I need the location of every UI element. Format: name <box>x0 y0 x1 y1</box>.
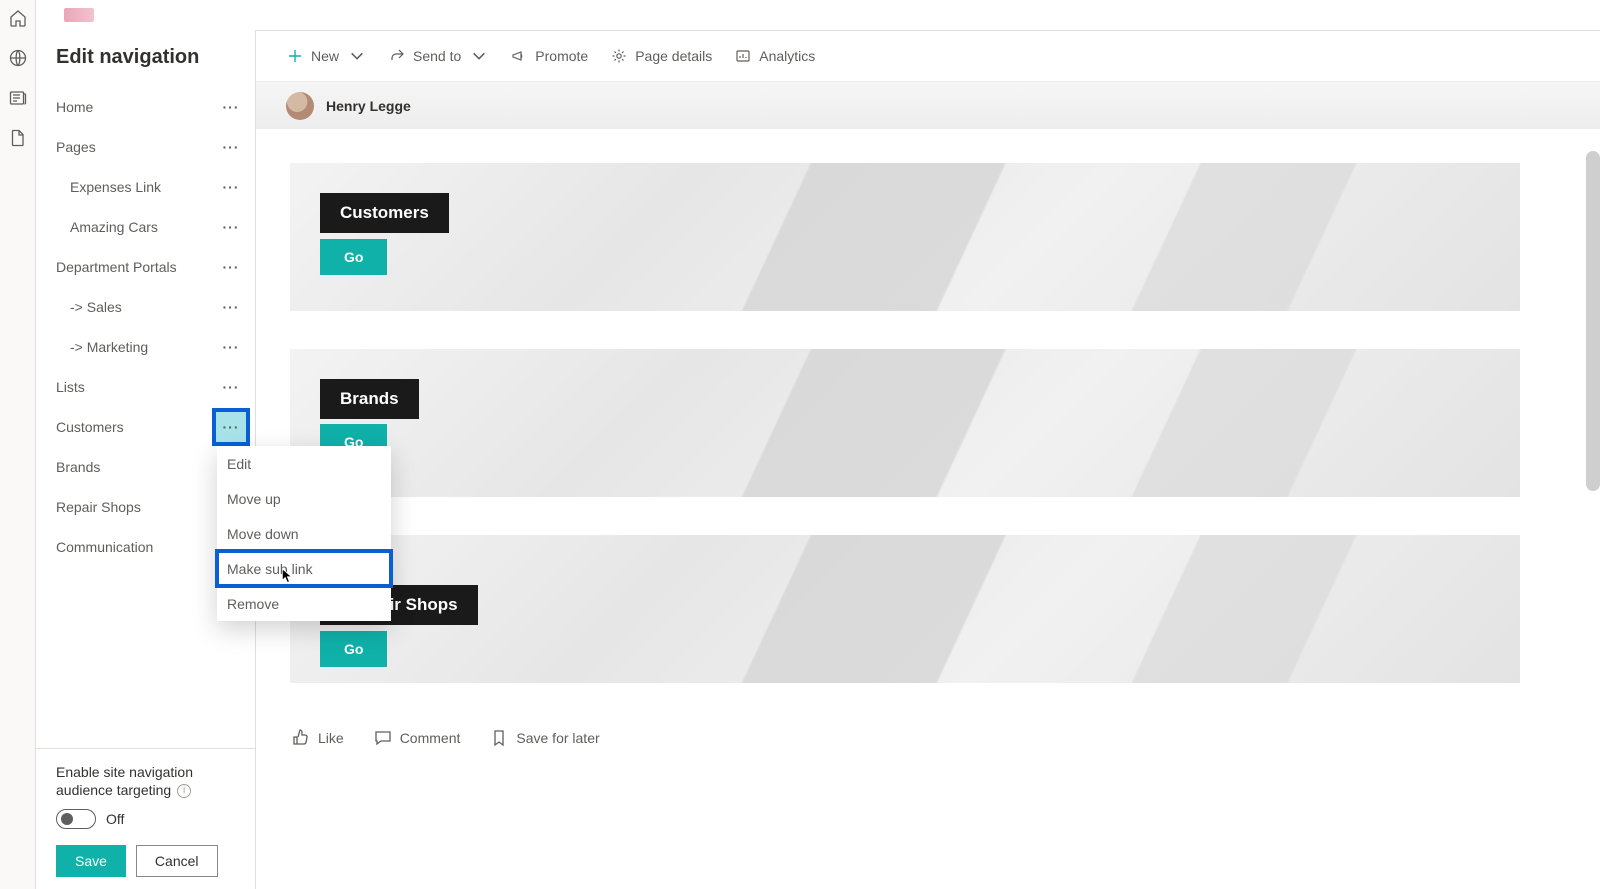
like-icon <box>292 729 310 747</box>
tile-customers[interactable]: Customers Go <box>290 163 1520 311</box>
menu-make-sub-link[interactable]: Make sub link <box>217 551 391 586</box>
more-icon[interactable]: ··· <box>215 211 247 243</box>
save-label: Save for later <box>516 730 599 746</box>
scrollbar-thumb[interactable] <box>1586 151 1600 491</box>
megaphone-icon <box>510 47 528 65</box>
nav-item-home[interactable]: Home ··· <box>36 87 255 127</box>
new-label: New <box>311 48 339 64</box>
menu-move-up[interactable]: Move up <box>217 481 391 516</box>
nav-item-label: Repair Shops <box>56 499 141 515</box>
nav-item-label: Expenses Link <box>70 179 161 195</box>
page-details-button[interactable]: Page details <box>610 47 712 65</box>
new-button[interactable]: New <box>286 47 366 65</box>
send-to-label: Send to <box>413 48 461 64</box>
audience-targeting-label: Enable site navigation audience targetin… <box>56 763 235 799</box>
panel-footer: Enable site navigation audience targetin… <box>36 748 255 889</box>
more-icon[interactable]: ··· <box>215 131 247 163</box>
like-label: Like <box>318 730 344 746</box>
nav-item-amazing-cars[interactable]: Amazing Cars ··· <box>36 207 255 247</box>
like-button[interactable]: Like <box>292 729 344 747</box>
nav-item-label: Communication <box>56 539 153 555</box>
nav-item-label: Amazing Cars <box>70 219 158 235</box>
targeting-toggle-row: Off <box>56 809 235 829</box>
site-logo[interactable] <box>64 8 94 22</box>
more-icon[interactable]: ··· <box>215 331 247 363</box>
tile-brands[interactable]: Brands Go <box>290 349 1520 497</box>
more-icon[interactable]: ··· <box>215 411 247 443</box>
more-icon[interactable]: ··· <box>215 91 247 123</box>
nav-item-department-portals[interactable]: Department Portals ··· <box>36 247 255 287</box>
tile-repair-shops[interactable]: Repair Shops Go <box>290 535 1520 683</box>
file-icon[interactable] <box>8 128 28 148</box>
site-header <box>36 0 1600 30</box>
menu-remove[interactable]: Remove <box>217 586 391 621</box>
go-button[interactable]: Go <box>320 239 387 275</box>
promote-button[interactable]: Promote <box>510 47 588 65</box>
more-icon[interactable]: ··· <box>215 251 247 283</box>
save-for-later-button[interactable]: Save for later <box>490 729 599 747</box>
social-row: Like Comment Save for later <box>290 721 1520 755</box>
analytics-icon <box>734 47 752 65</box>
author-name: Henry Legge <box>326 98 411 114</box>
globe-icon[interactable] <box>8 48 28 68</box>
nav-item-expenses-link[interactable]: Expenses Link ··· <box>36 167 255 207</box>
panel-title: Edit navigation <box>36 30 255 87</box>
nav-list: Home ··· Pages ··· Expenses Link ··· Ama… <box>36 87 255 748</box>
send-to-button[interactable]: Send to <box>388 47 488 65</box>
page-details-label: Page details <box>635 48 712 64</box>
main-content: New Send to Promote Page details <box>256 30 1600 889</box>
nav-item-label: Lists <box>56 379 85 395</box>
nav-item-sales[interactable]: -> Sales ··· <box>36 287 255 327</box>
plus-icon <box>286 47 304 65</box>
cancel-button[interactable]: Cancel <box>136 845 218 877</box>
more-icon[interactable]: ··· <box>215 291 247 323</box>
nav-item-label: -> Marketing <box>70 339 148 355</box>
nav-item-context-menu: Edit Move up Move down Make sub link Rem… <box>217 446 391 621</box>
nav-item-pages[interactable]: Pages ··· <box>36 127 255 167</box>
save-button[interactable]: Save <box>56 845 126 877</box>
avatar[interactable] <box>286 92 314 120</box>
tile-title: Brands <box>320 379 419 419</box>
go-button[interactable]: Go <box>320 631 387 667</box>
author-row: Henry Legge <box>256 81 1600 129</box>
nav-item-label: Pages <box>56 139 96 155</box>
nav-item-lists[interactable]: Lists ··· <box>36 367 255 407</box>
share-icon <box>388 47 406 65</box>
targeting-state: Off <box>106 811 124 827</box>
panel-buttons: Save Cancel <box>56 845 235 877</box>
chevron-down-icon <box>348 47 366 65</box>
comment-button[interactable]: Comment <box>374 729 461 747</box>
news-icon[interactable] <box>8 88 28 108</box>
nav-item-label: Brands <box>56 459 100 475</box>
nav-item-marketing[interactable]: -> Marketing ··· <box>36 327 255 367</box>
analytics-label: Analytics <box>759 48 815 64</box>
nav-item-customers[interactable]: Customers ··· <box>36 407 255 447</box>
gear-icon <box>610 47 628 65</box>
more-icon[interactable]: ··· <box>215 371 247 403</box>
analytics-button[interactable]: Analytics <box>734 47 815 65</box>
app-rail <box>0 0 36 889</box>
nav-item-label: -> Sales <box>70 299 122 315</box>
info-icon[interactable]: i <box>177 784 191 798</box>
chevron-down-icon <box>470 47 488 65</box>
home-icon[interactable] <box>8 8 28 28</box>
targeting-toggle[interactable] <box>56 809 96 829</box>
tile-title: Customers <box>320 193 449 233</box>
menu-edit[interactable]: Edit <box>217 446 391 481</box>
comment-icon <box>374 729 392 747</box>
bookmark-icon <box>490 729 508 747</box>
menu-make-sub-link-label: Make sub link <box>227 561 313 577</box>
nav-item-label: Department Portals <box>56 259 177 275</box>
targeting-line1: Enable site navigation <box>56 764 193 780</box>
comment-label: Comment <box>400 730 461 746</box>
targeting-line2: audience targeting <box>56 782 171 798</box>
more-icon[interactable]: ··· <box>215 171 247 203</box>
page-body: Customers Go Brands Go Repair Shops Go L… <box>256 129 1600 755</box>
promote-label: Promote <box>535 48 588 64</box>
nav-item-label: Customers <box>56 419 124 435</box>
nav-item-label: Home <box>56 99 93 115</box>
menu-move-down[interactable]: Move down <box>217 516 391 551</box>
command-bar: New Send to Promote Page details <box>256 31 1600 81</box>
